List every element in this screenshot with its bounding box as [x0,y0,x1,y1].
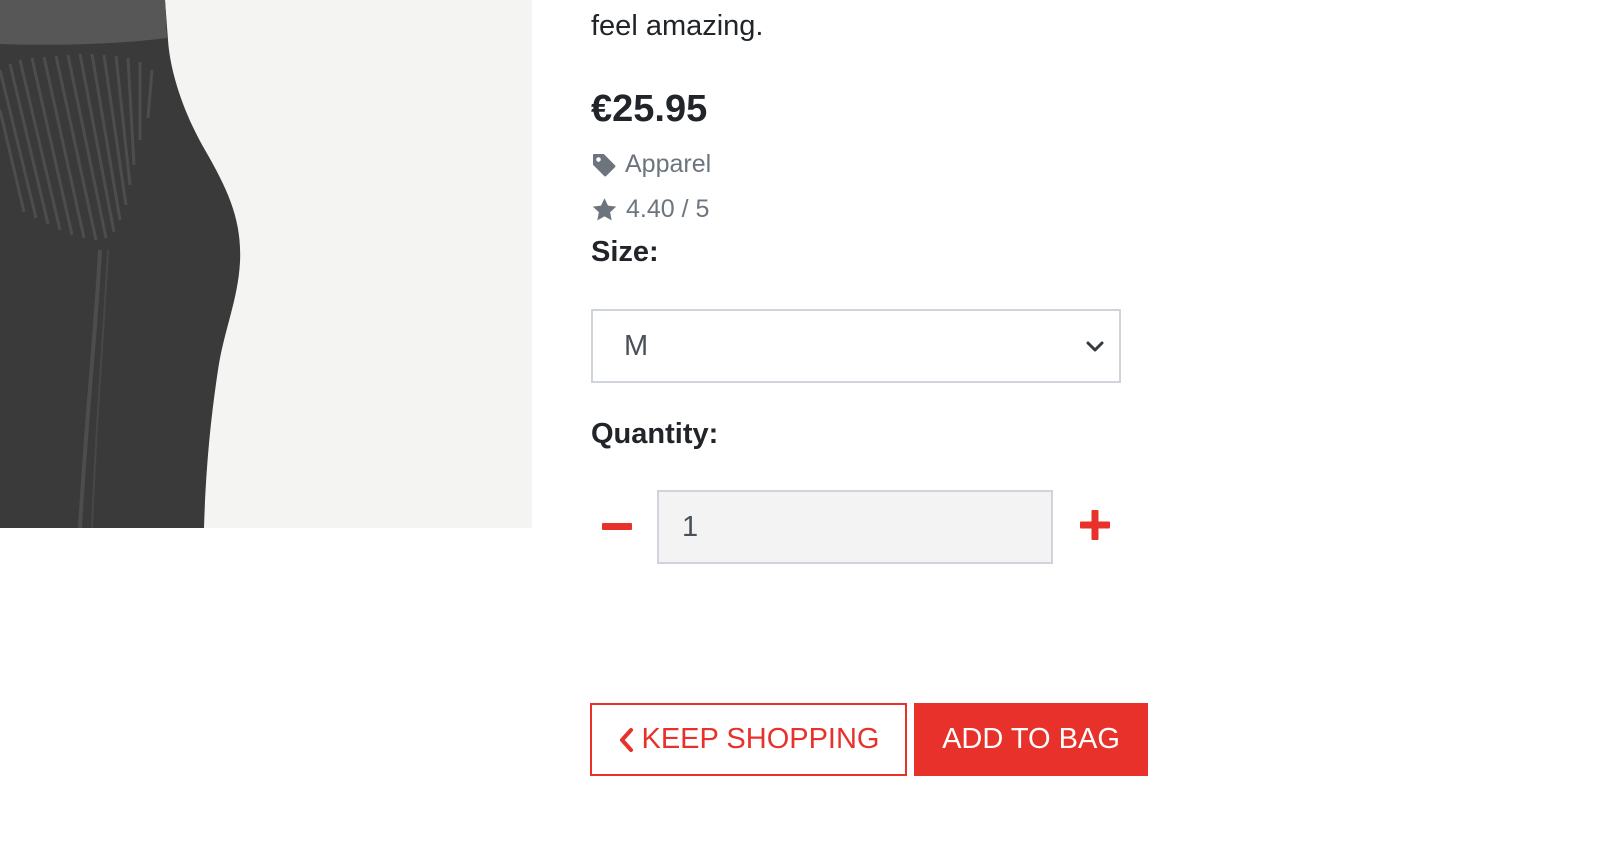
add-to-bag-button[interactable]: ADD TO BAG [914,703,1148,776]
product-detail-page: feel amazing. €25.95 Apparel 4.40 / 5 Si… [0,0,1622,848]
product-rating: 4.40 / 5 [591,195,709,224]
chevron-down-icon [1083,334,1107,358]
category-label: Apparel [625,150,712,178]
size-selected-value: M [624,329,649,362]
quantity-stepper: 1 [591,490,1131,564]
chevron-left-icon [618,727,634,753]
keep-shopping-label: KEEP SHOPPING [641,723,880,755]
product-image [0,0,532,528]
increase-quantity-button[interactable] [1069,490,1121,564]
quantity-value: 1 [682,510,699,543]
keep-shopping-button[interactable]: KEEP SHOPPING [590,703,907,776]
quantity-input[interactable]: 1 [657,490,1053,564]
star-icon [591,197,618,223]
size-label: Size: [591,236,659,268]
plus-icon [1080,509,1110,545]
add-to-bag-label: ADD TO BAG [942,723,1120,755]
product-category: Apparel [591,150,711,179]
minus-icon [602,518,632,536]
product-price: €25.95 [591,88,708,130]
product-description: feel amazing. [591,10,764,42]
quantity-label: Quantity: [591,418,719,450]
size-select[interactable]: M [591,309,1121,383]
decrease-quantity-button[interactable] [591,490,643,564]
tag-icon [591,152,617,178]
rating-value: 4.40 / 5 [626,195,710,223]
